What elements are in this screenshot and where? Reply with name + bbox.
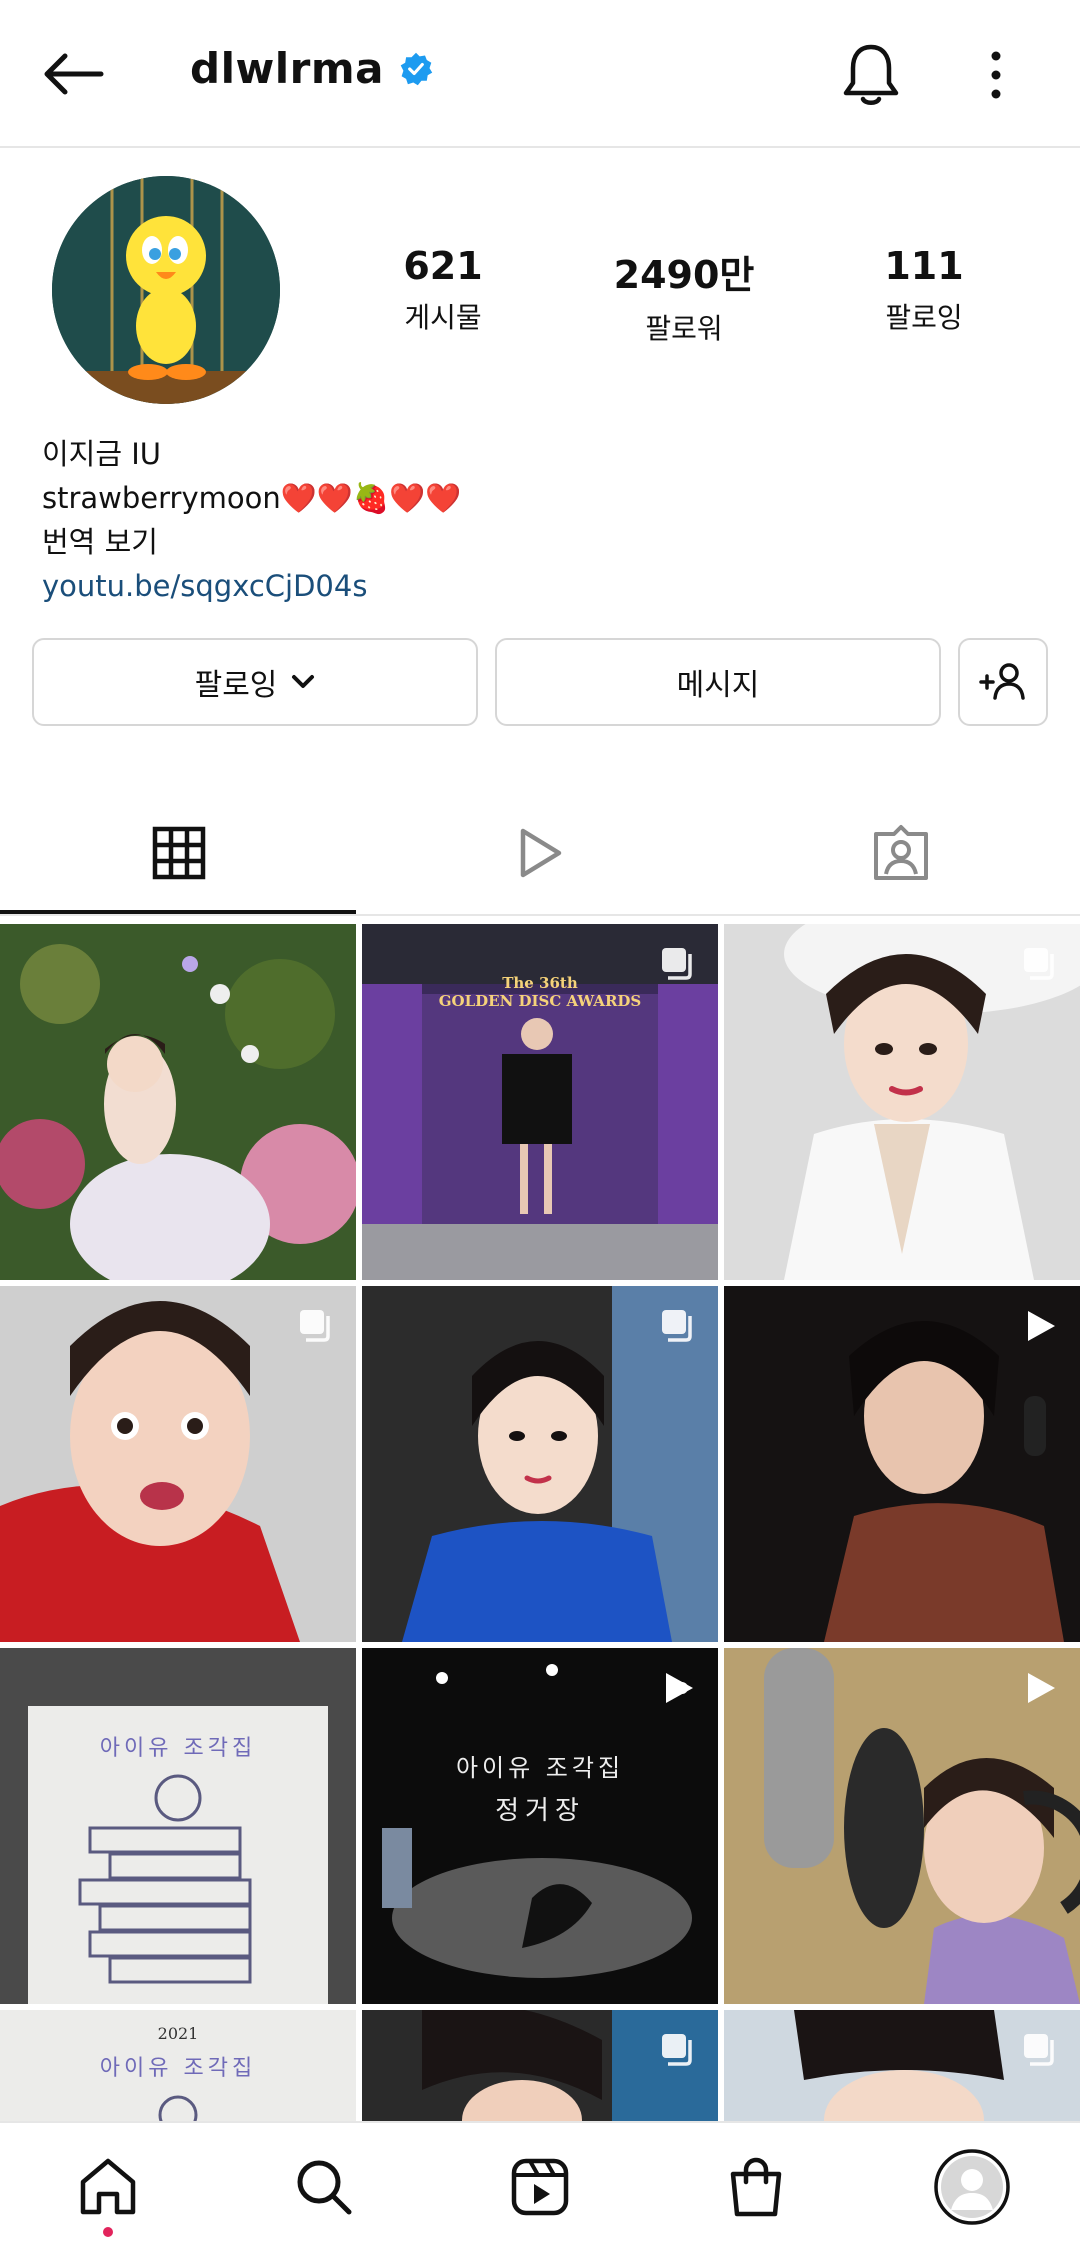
profile-username: dlwlrma [190,44,434,93]
grid-divider [0,914,1080,916]
tab-tagged[interactable] [722,790,1080,916]
post-1-image [0,924,356,1280]
suggest-users-button[interactable] [958,638,1048,726]
vertical-dots-icon [991,51,1001,99]
stat-followers-label: 팔로워 [645,312,723,345]
nav-search[interactable] [216,2123,432,2251]
profile-avatar-icon [934,2149,1010,2225]
add-person-icon [979,663,1025,700]
stat-followers[interactable]: 2490만 팔로워 [584,244,784,347]
post-7-caption: 아이유 조각집 [99,1736,257,1761]
username-text: dlwlrma [190,44,384,93]
grid-post-5[interactable] [362,1286,718,1642]
grid-post-10[interactable]: 2021 아이유 조각집 [0,2010,356,2121]
carousel-icon [662,1310,692,1342]
bell-icon [843,44,899,105]
grid-post-9[interactable] [724,1648,1080,2004]
post-8-caption: 아이유 조각집 [455,1754,625,1782]
arrow-left-icon [44,53,104,95]
grid-icon [152,826,206,880]
play-outline-icon [520,828,562,878]
following-button[interactable]: 팔로잉 [32,638,478,726]
stat-following[interactable]: 111 팔로잉 [824,244,1024,336]
nav-home[interactable] [0,2123,216,2251]
message-button[interactable]: 메시지 [495,638,941,726]
carousel-icon [1024,2034,1054,2066]
notification-button[interactable] [836,34,906,114]
search-icon [297,2160,352,2215]
grid-post-12[interactable] [724,2010,1080,2121]
home-icon [80,2158,136,2215]
post-10-caption: 2021 [157,2024,199,2043]
shopping-bag-icon [730,2157,782,2217]
post-7-image [0,1648,356,2004]
profile-bio: 이지금 IU strawberrymoon❤️❤️🍓❤️❤️ 번역 보기 you… [42,432,461,608]
nav-profile[interactable] [864,2123,1080,2251]
stat-posts[interactable]: 621 게시물 [343,244,543,336]
grid-post-8[interactable]: 아이유 조각집 정거장 [362,1648,718,2004]
carousel-icon [300,1310,330,1342]
profile-avatar[interactable] [52,176,280,404]
reel-icon [1028,1311,1055,1341]
following-button-label: 팔로잉 [194,668,278,703]
post-8-subcaption: 정거장 [495,1796,585,1826]
reels-icon [511,2158,569,2216]
carousel-icon [1024,948,1054,980]
stat-following-label: 팔로잉 [885,301,963,334]
grid-post-11[interactable] [362,2010,718,2121]
back-button[interactable] [30,36,116,112]
reel-icon [1028,1673,1055,1703]
bio-name: 이지금 IU [42,437,162,471]
grid-post-1[interactable] [0,924,356,1280]
bio-link[interactable]: youtu.be/sqgxcCjD04s [42,564,461,608]
nav-reels[interactable] [432,2123,648,2251]
reel-icon [666,1673,693,1703]
stat-posts-count: 621 [403,244,483,288]
translate-link[interactable]: 번역 보기 [42,520,461,564]
grid-post-7[interactable]: 아이유 조각집 [0,1648,356,2004]
stat-posts-label: 게시물 [404,301,482,334]
carousel-icon [662,948,692,980]
stat-followers-count: 2490만 [613,253,755,297]
grid-post-3[interactable] [724,924,1080,1280]
carousel-icon [662,2034,692,2066]
home-notification-dot [103,2227,113,2237]
tab-reels[interactable] [361,790,719,916]
message-button-label: 메시지 [676,668,760,703]
tagged-person-icon [874,825,928,880]
profile-tabs [0,790,1080,916]
bottom-navigation [0,2121,1080,2249]
grid-post-6[interactable] [724,1286,1080,1642]
more-options-button[interactable] [976,40,1016,110]
nav-shop[interactable] [648,2123,864,2251]
post-10-subcaption: 아이유 조각집 [99,2056,257,2081]
bio-text: strawberrymoon❤️❤️🍓❤️❤️ [42,481,462,515]
verified-badge-icon [400,52,433,85]
chevron-down-icon [292,675,315,688]
avatar-image [52,176,280,404]
stat-following-count: 111 [884,244,964,288]
top-bar: dlwlrma [0,0,1080,148]
grid-post-4[interactable] [0,1286,356,1642]
tab-grid[interactable] [0,790,358,916]
grid-post-2[interactable]: The 36th GOLDEN DISC AWARDS [362,924,718,1280]
